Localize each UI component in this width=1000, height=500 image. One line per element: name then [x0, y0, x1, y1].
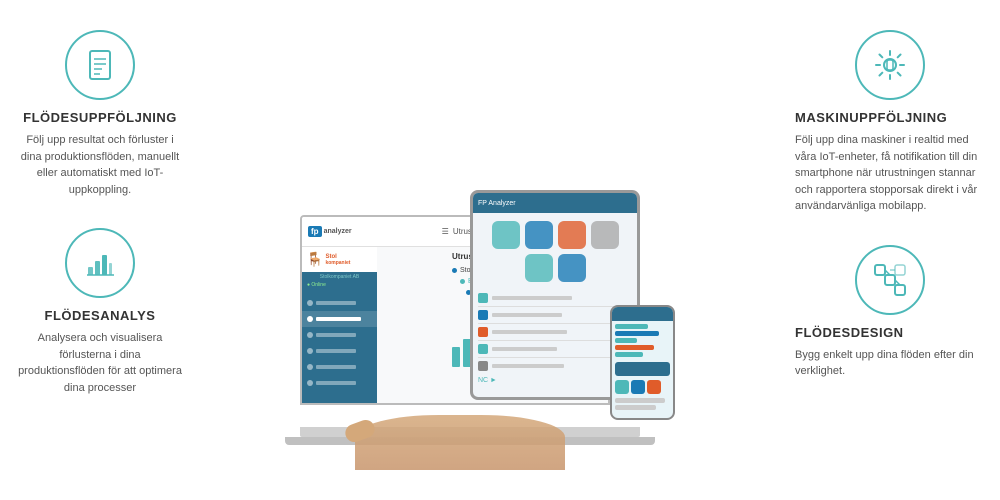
phone-screen [610, 305, 675, 420]
phone-header [612, 307, 673, 321]
phone-content [612, 321, 673, 413]
feature-flodesanalys: FLÖDESANALYS Analysera och visualisera f… [15, 228, 185, 396]
flodesuppfoljning-title: FLÖDESUPPFÖLJNING [23, 110, 177, 125]
tablet-icon-2 [525, 221, 553, 249]
center-column: fp analyzer ☰ Utrustningsstruktur [200, 0, 780, 500]
phone-device [610, 305, 685, 435]
maskinuppfoljning-icon [855, 30, 925, 100]
device-mockup: fp analyzer ☰ Utrustningsstruktur [300, 30, 680, 470]
flodesdesign-icon [855, 245, 925, 315]
main-container: FLÖDESUPPFÖLJNING Följ upp resultat och … [0, 0, 1000, 500]
tablet-icons [473, 213, 637, 290]
left-column: FLÖDESUPPFÖLJNING Följ upp resultat och … [0, 0, 200, 500]
flodesdesign-title: FLÖDESDESIGN [795, 325, 904, 340]
flodesanalys-icon [65, 228, 135, 298]
flodesdesign-desc: Bygg enkelt upp dina flöden efter din ve… [795, 347, 985, 380]
feature-maskinuppfoljning: MASKINUPPFÖLJNING Följ upp dina maskiner… [795, 30, 985, 215]
tablet-icon-3 [558, 221, 586, 249]
feature-flodesdesign: FLÖDESDESIGN Bygg enkelt upp dina flöden… [795, 245, 985, 380]
tablet-icon-6 [558, 254, 586, 282]
tablet-icon-1 [492, 221, 520, 249]
maskinuppfoljning-title: MASKINUPPFÖLJNING [795, 110, 947, 125]
stol-logo: 🪑 Stol kompaniet [302, 247, 377, 272]
fp-logo: fp analyzer [308, 226, 352, 237]
tablet-icon-5 [525, 254, 553, 282]
flodesuppfoljning-desc: Följ upp resultat och förluster i dina p… [15, 132, 185, 198]
tablet-header: FP Analyzer [473, 193, 637, 213]
hand-graphic [355, 415, 565, 470]
maskinuppfoljning-desc: Följ upp dina maskiner i realtid med vår… [795, 132, 985, 215]
flodesuppfoljning-icon [65, 30, 135, 100]
flodesanalys-title: FLÖDESANALYS [45, 308, 156, 323]
right-column: MASKINUPPFÖLJNING Följ upp dina maskiner… [780, 0, 1000, 500]
feature-flodesuppfoljning: FLÖDESUPPFÖLJNING Följ upp resultat och … [15, 30, 185, 198]
flodesanalys-desc: Analysera och visualisera förlusterna i … [15, 330, 185, 396]
tablet-icon-4 [591, 221, 619, 249]
laptop-sidebar: 🪑 Stol kompaniet Stolkompaniet AB ● Onli… [302, 247, 377, 403]
